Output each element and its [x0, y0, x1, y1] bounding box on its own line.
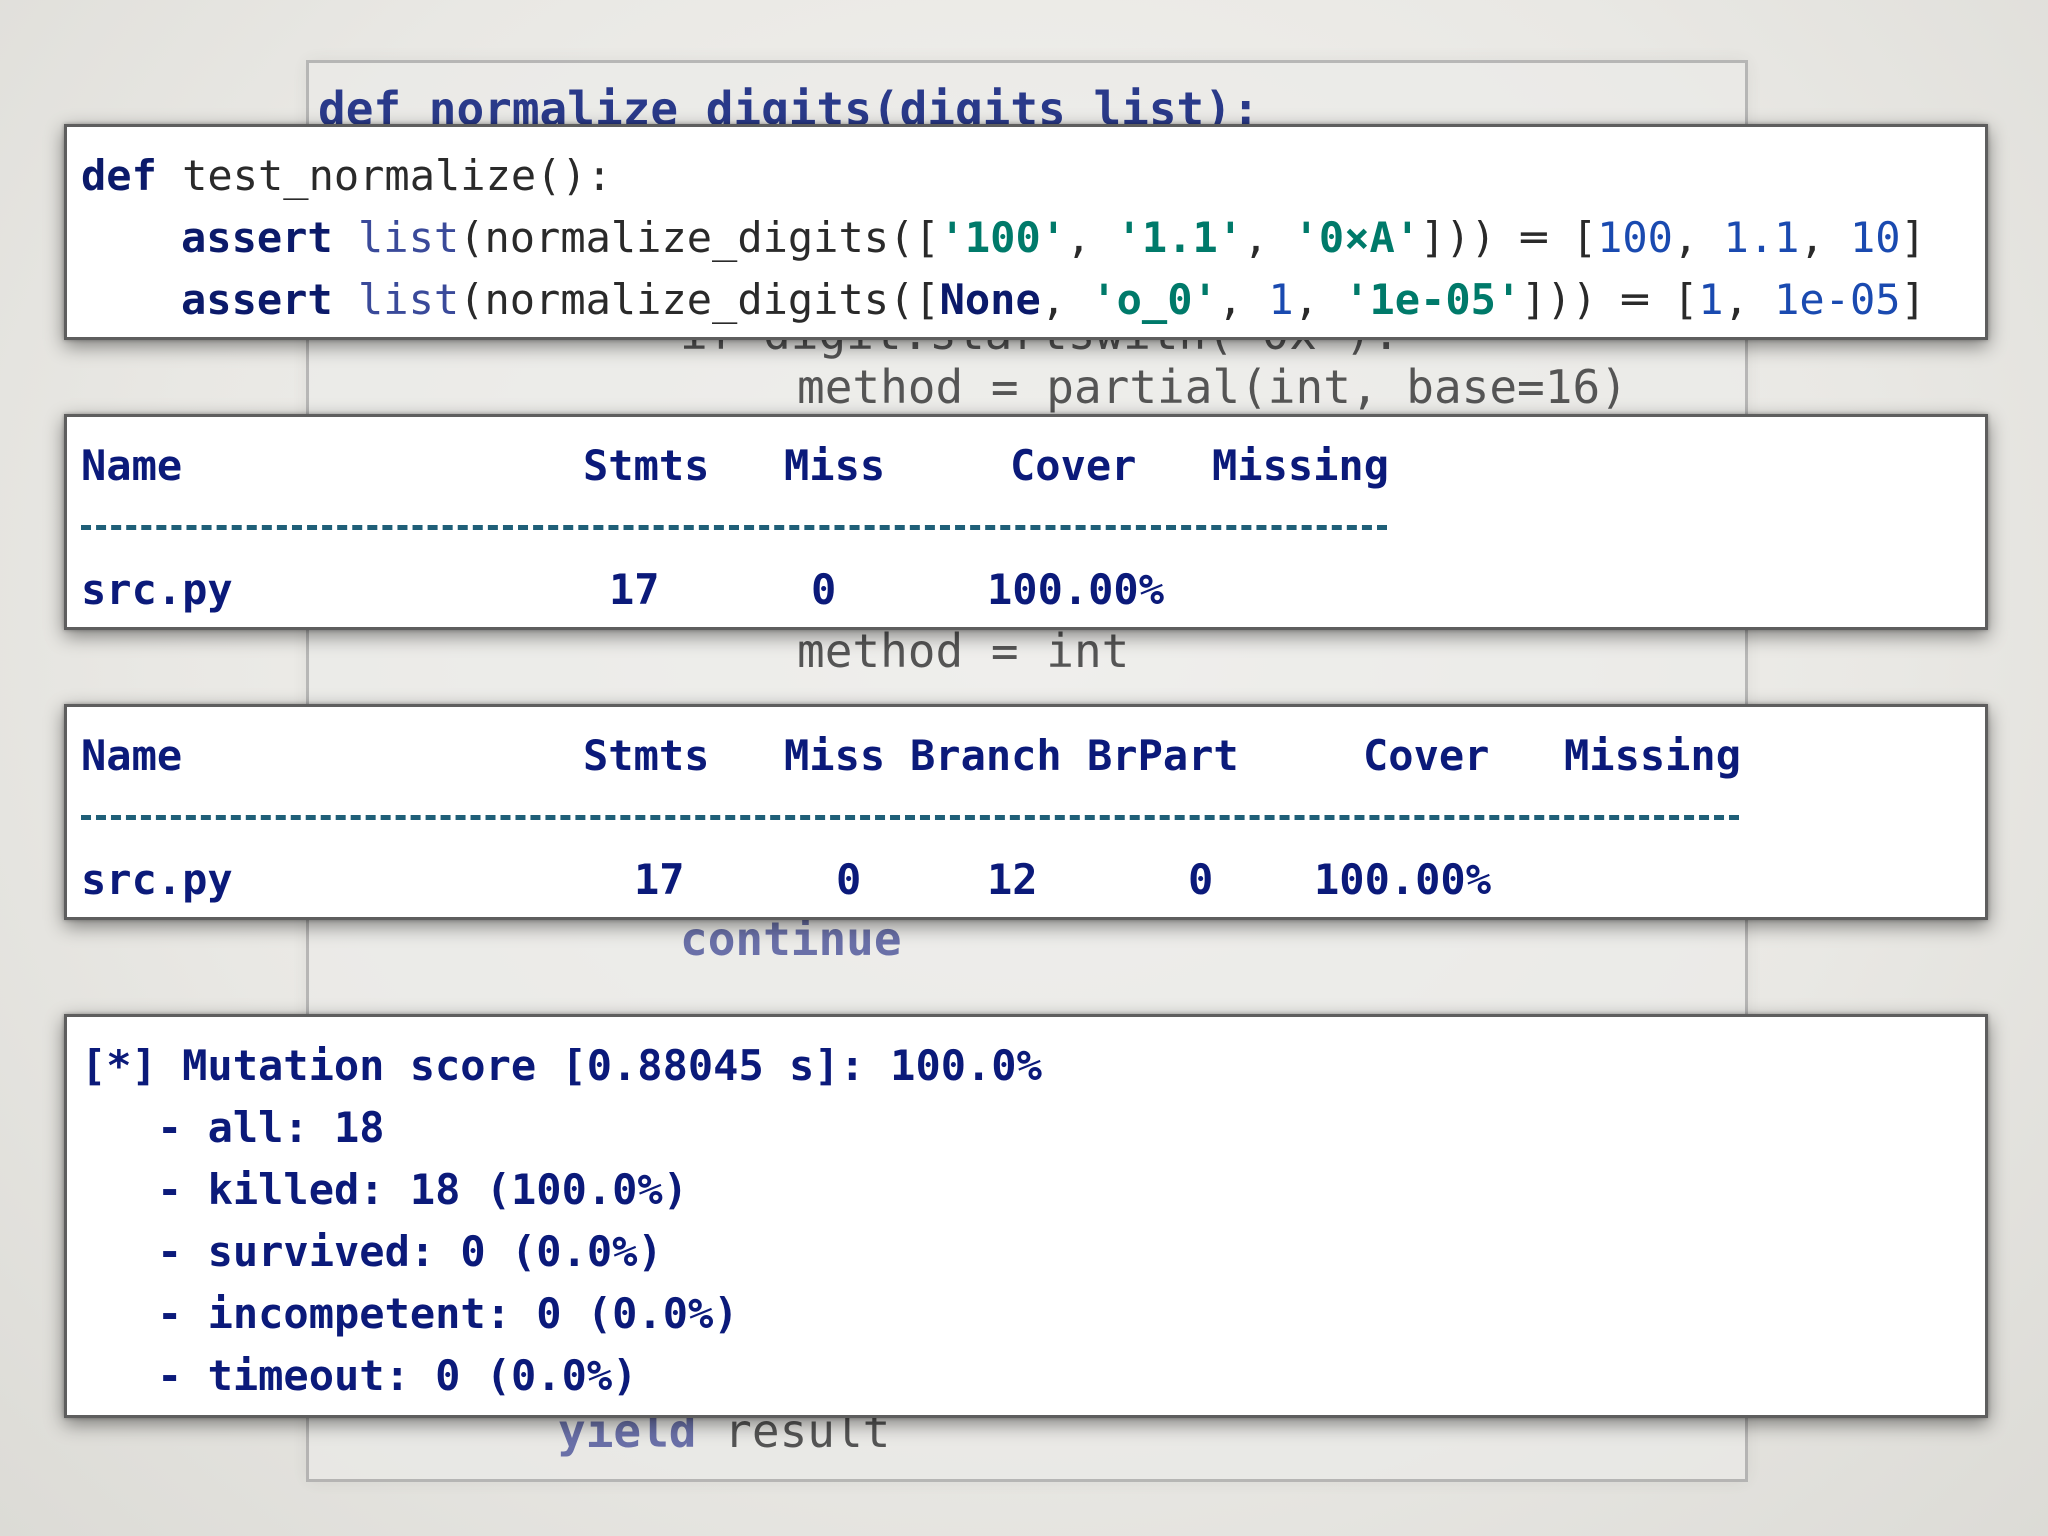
- separator: ,: [1723, 275, 1775, 324]
- header-miss: Miss: [784, 731, 886, 780]
- mutation-item: - all: 18: [157, 1103, 385, 1152]
- row-stmts: 17: [609, 565, 660, 614]
- none-literal: None: [939, 275, 1041, 324]
- row-miss: 0: [811, 565, 837, 614]
- background-partial-line: method = partial(int, base=16): [797, 360, 1628, 414]
- string-literal: 'o_0': [1091, 275, 1218, 324]
- table-separator: [81, 815, 1739, 825]
- mutation-item: - incompetent: 0 (0.0%): [157, 1289, 739, 1338]
- call-close: ])) ═ [: [1420, 213, 1598, 262]
- mutation-item: - timeout: 0 (0.0%): [157, 1351, 638, 1400]
- string-literal: '100': [939, 213, 1067, 262]
- separator: ,: [1243, 213, 1294, 262]
- number-literal: 1e-05: [1774, 275, 1901, 324]
- separator: ,: [1217, 275, 1269, 324]
- string-literal: '1.1': [1116, 213, 1244, 262]
- separator: ,: [1293, 275, 1345, 324]
- number-literal: 100: [1597, 213, 1673, 262]
- number-literal: 1: [1698, 275, 1724, 324]
- number-literal: 1.1: [1723, 213, 1800, 262]
- header-missing: Missing: [1564, 731, 1742, 780]
- string-literal: '1e-05': [1344, 275, 1522, 324]
- branch-coverage-report-box: Name Stmts Miss Branch BrPart Cover Miss…: [64, 704, 1988, 920]
- row-name: src.py: [81, 855, 233, 904]
- header-name: Name: [81, 441, 183, 490]
- list-builtin: list: [358, 275, 460, 324]
- mutation-item: - killed: 18 (100.0%): [157, 1165, 689, 1214]
- separator: ,: [1799, 213, 1850, 262]
- list-builtin: list: [358, 213, 460, 262]
- test-function-signature: test_normalize():: [156, 151, 613, 200]
- row-cover: 100.00%: [987, 565, 1165, 614]
- background-code-line: method = int: [797, 624, 1129, 678]
- call-open: (normalize_digits([: [459, 275, 940, 324]
- header-branch: Branch: [910, 731, 1062, 780]
- row-brpart: 0: [1188, 855, 1214, 904]
- header-missing: Missing: [1212, 441, 1390, 490]
- coverage-report-box: Name Stmts Miss Cover Missing src.py 17 …: [64, 414, 1988, 630]
- header-miss: Miss: [784, 441, 886, 490]
- header-brpart: BrPart: [1087, 731, 1239, 780]
- row-cover: 100.00%: [1314, 855, 1492, 904]
- assert-line-2: assert list(normalize_digits([None, 'o_0…: [181, 279, 1926, 321]
- test-def-line: def test_normalize():: [81, 155, 612, 197]
- background-code-line: method = partial(int, base=16): [797, 360, 1628, 414]
- mutation-item: - survived: 0 (0.0%): [157, 1227, 663, 1276]
- number-literal: 1: [1268, 275, 1294, 324]
- list-close: ]: [1900, 275, 1926, 324]
- test-code-box: def test_normalize(): assert list(normal…: [64, 124, 1988, 340]
- number-literal: 10: [1849, 213, 1901, 262]
- row-branch: 12: [987, 855, 1038, 904]
- separator: ,: [1040, 275, 1092, 324]
- def-keyword: def: [81, 151, 157, 200]
- mutation-score-title: [*] Mutation score [0.88045 s]: 100.0%: [81, 1041, 1042, 1090]
- assert-keyword: assert: [181, 275, 333, 324]
- assert-keyword: assert: [181, 213, 333, 262]
- row-name: src.py: [81, 565, 233, 614]
- separator: ,: [1066, 213, 1117, 262]
- list-close: ]: [1900, 213, 1926, 262]
- row-miss: 0: [836, 855, 862, 904]
- header-stmts: Stmts: [583, 731, 710, 780]
- header-cover: Cover: [1363, 731, 1490, 780]
- background-int-line: method = int: [797, 624, 1130, 678]
- header-name: Name: [81, 731, 183, 780]
- background-continue-line: continue: [680, 912, 902, 966]
- mutation-score-box: [*] Mutation score [0.88045 s]: 100.0% -…: [64, 1014, 1988, 1418]
- background-code-line: continue: [680, 912, 902, 966]
- separator: ,: [1672, 213, 1724, 262]
- string-literal: '0×A': [1293, 213, 1421, 262]
- header-stmts: Stmts: [583, 441, 710, 490]
- table-separator: [81, 525, 1387, 535]
- row-stmts: 17: [634, 855, 685, 904]
- call-close: ])) ═ [: [1521, 275, 1699, 324]
- assert-line-1: assert list(normalize_digits(['100', '1.…: [181, 217, 1926, 259]
- header-cover: Cover: [1010, 441, 1137, 490]
- call-open: (normalize_digits([: [459, 213, 940, 262]
